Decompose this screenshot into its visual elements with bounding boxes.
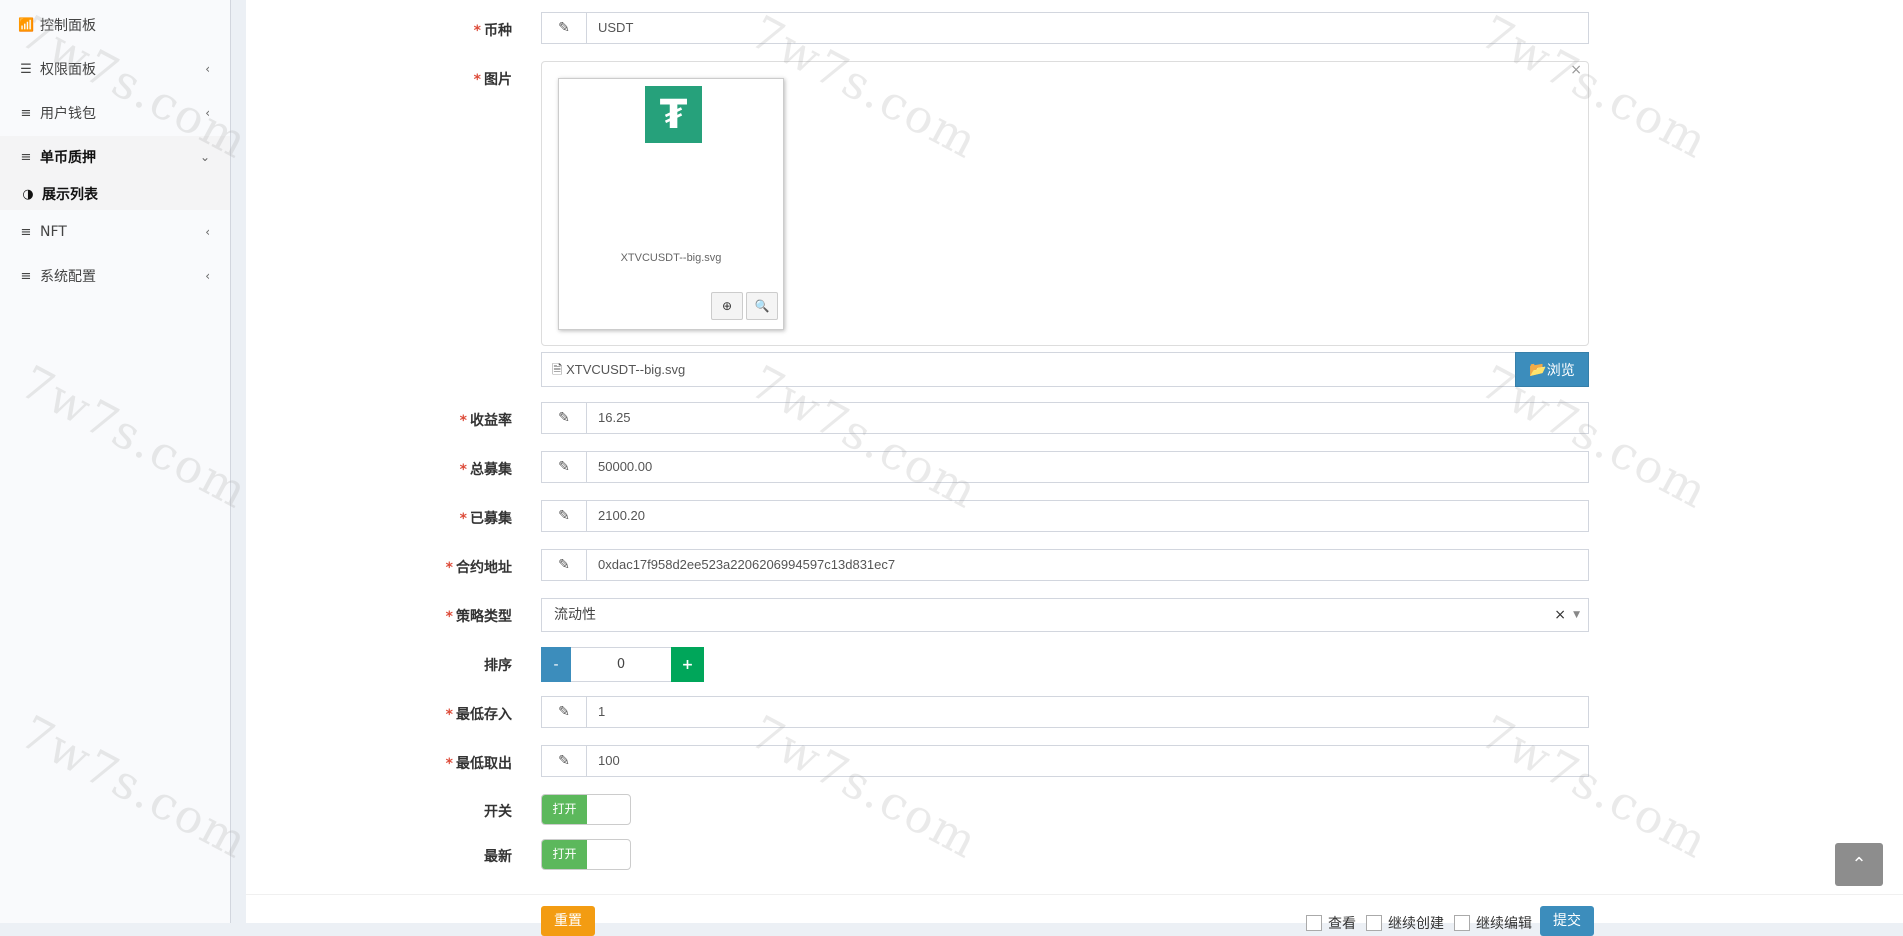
view-checkbox[interactable]: 查看 — [1306, 913, 1356, 933]
download-icon: ⊕ — [721, 299, 733, 313]
reset-button[interactable]: 重置 — [541, 906, 595, 936]
list-icon: ☰ — [20, 61, 32, 77]
sort-label: 排序 — [484, 658, 512, 674]
raised-field[interactable]: ✎ 2100.20 — [541, 500, 1589, 532]
decrement-button[interactable]: - — [541, 647, 571, 682]
image-label: * 图片 — [473, 72, 512, 88]
continue-edit-checkbox[interactable]: 继续编辑 — [1454, 913, 1532, 933]
form-panel: * 币种 ✎ USDT * 图片 × ₮ XTVCUSDT--big.svg ⊕ 🔍… — [246, 0, 1903, 936]
pencil-icon: ✎ — [542, 452, 587, 482]
contract-label: * 合约地址 — [445, 560, 512, 576]
sidebar-item-wallet[interactable]: ≡ 用户钱包 ‹ — [0, 91, 230, 135]
chevron-up-icon: ⌃ — [1851, 854, 1867, 875]
continue-create-checkbox[interactable]: 继续创建 — [1366, 913, 1444, 933]
back-to-top-button[interactable]: ⌃ — [1835, 843, 1883, 886]
footer-divider — [246, 894, 1903, 895]
browse-button[interactable]: 📂 浏览 — [1515, 352, 1589, 387]
sidebar-item-label: 系统配置 — [40, 269, 96, 285]
currency-field[interactable]: ✎ USDT — [541, 12, 1589, 44]
min-deposit-field[interactable]: ✎ 1 — [541, 696, 1589, 728]
sidebar-item-label: 控制面板 — [40, 18, 96, 34]
thumbnail-caption: XTVCUSDT--big.svg — [620, 252, 722, 264]
total-raise-label: * 总募集 — [459, 462, 512, 478]
newest-label: 最新 — [484, 849, 512, 865]
newest-toggle[interactable]: 打开 — [541, 839, 631, 870]
switch-label: 开关 — [484, 804, 512, 820]
yield-rate-value: 16.25 — [598, 410, 631, 425]
download-button[interactable]: ⊕ — [711, 292, 743, 320]
align-left-icon: ≡ — [20, 268, 32, 284]
sidebar-item-settings[interactable]: ≡ 系统配置 ‹ — [0, 254, 230, 298]
adjust-icon: ◑ — [22, 186, 34, 202]
contract-value: 0xdac17f958d2ee523a2206206994597c13d831e… — [598, 557, 896, 572]
yield-rate-label: * 收益率 — [459, 413, 512, 429]
total-raise-value: 50000.00 — [598, 459, 653, 474]
submit-button[interactable]: 提交 — [1540, 906, 1594, 936]
checkbox-box[interactable] — [1454, 915, 1470, 931]
min-withdraw-value: 100 — [598, 753, 620, 768]
sidebar-item-label: 单币质押 — [40, 150, 96, 166]
min-deposit-label: * 最低存入 — [445, 707, 512, 723]
sidebar-item-label: 展示列表 — [42, 187, 98, 203]
file-input[interactable]: 🗎 XTVCUSDT--big.svg 📂 浏览 — [541, 352, 1589, 387]
strategy-select[interactable]: 流动性 × ▼ — [541, 598, 1589, 632]
tether-logo: ₮ — [645, 86, 702, 143]
folder-open-icon: 📂 — [1529, 361, 1547, 378]
currency-label: * 币种 — [473, 23, 512, 39]
sidebar-item-label: 用户钱包 — [40, 106, 96, 122]
pencil-icon: ✎ — [542, 697, 587, 727]
switch-on-state: 打开 — [542, 795, 587, 824]
checkbox-box[interactable] — [1306, 915, 1322, 931]
dropdown-arrow-icon: ▼ — [1573, 610, 1580, 620]
total-raise-field[interactable]: ✎ 50000.00 — [541, 451, 1589, 483]
sidebar: 📶 控制面板 ☰ 权限面板 ‹ ≡ 用户钱包 ‹ ≡ 单币质押 ⌄ ◑ 展示列表… — [0, 0, 231, 923]
chevron-left-icon: ‹ — [205, 62, 210, 76]
min-withdraw-label: * 最低取出 — [445, 756, 512, 772]
increment-button[interactable]: + — [671, 647, 704, 682]
file-name: 🗎 XTVCUSDT--big.svg — [552, 362, 686, 377]
pencil-icon: ✎ — [542, 550, 587, 580]
raised-label: * 已募集 — [459, 511, 512, 527]
pencil-icon: ✎ — [542, 13, 587, 43]
strategy-label: * 策略类型 — [445, 609, 512, 625]
zoom-in-icon: 🔍 — [754, 299, 770, 313]
zoom-button[interactable]: 🔍 — [746, 292, 778, 320]
chevron-down-icon: ⌄ — [199, 150, 210, 164]
sidebar-item-dashboard[interactable]: 📶 控制面板 — [0, 3, 230, 47]
min-deposit-value: 1 — [598, 704, 606, 719]
currency-value: USDT — [598, 20, 634, 35]
strategy-value: 流动性 — [554, 607, 596, 623]
sidebar-item-permissions[interactable]: ☰ 权限面板 ‹ — [0, 47, 230, 91]
yield-rate-field[interactable]: ✎ 16.25 — [541, 402, 1589, 434]
image-preview-area: × ₮ XTVCUSDT--big.svg ⊕ 🔍 — [541, 61, 1589, 346]
sort-value[interactable]: 0 — [571, 647, 671, 682]
sidebar-item-label: NFT — [40, 224, 67, 240]
image-thumbnail: ₮ XTVCUSDT--big.svg ⊕ 🔍 — [558, 78, 784, 330]
newest-on-state: 打开 — [542, 840, 587, 869]
min-withdraw-field[interactable]: ✎ 100 — [541, 745, 1589, 777]
align-left-icon: ≡ — [20, 105, 32, 121]
file-icon: 🗎 — [552, 362, 567, 377]
align-left-icon: ≡ — [20, 149, 32, 165]
chevron-left-icon: ‹ — [205, 106, 210, 120]
sidebar-item-nft[interactable]: ≡ NFT ‹ — [0, 210, 230, 254]
bar-chart-icon: 📶 — [18, 17, 35, 33]
close-icon[interactable]: × — [1570, 62, 1582, 78]
pencil-icon: ✎ — [542, 403, 587, 433]
pencil-icon: ✎ — [542, 501, 587, 531]
checkbox-box[interactable] — [1366, 915, 1382, 931]
contract-field[interactable]: ✎ 0xdac17f958d2ee523a2206206994597c13d83… — [541, 549, 1589, 581]
chevron-left-icon: ‹ — [205, 269, 210, 283]
switch-toggle[interactable]: 打开 — [541, 794, 631, 825]
pencil-icon: ✎ — [542, 746, 587, 776]
sidebar-item-label: 权限面板 — [40, 62, 96, 78]
raised-value: 2100.20 — [598, 508, 645, 523]
chevron-left-icon: ‹ — [205, 225, 210, 239]
clear-icon[interactable]: × — [1554, 599, 1566, 631]
align-left-icon: ≡ — [20, 224, 32, 240]
